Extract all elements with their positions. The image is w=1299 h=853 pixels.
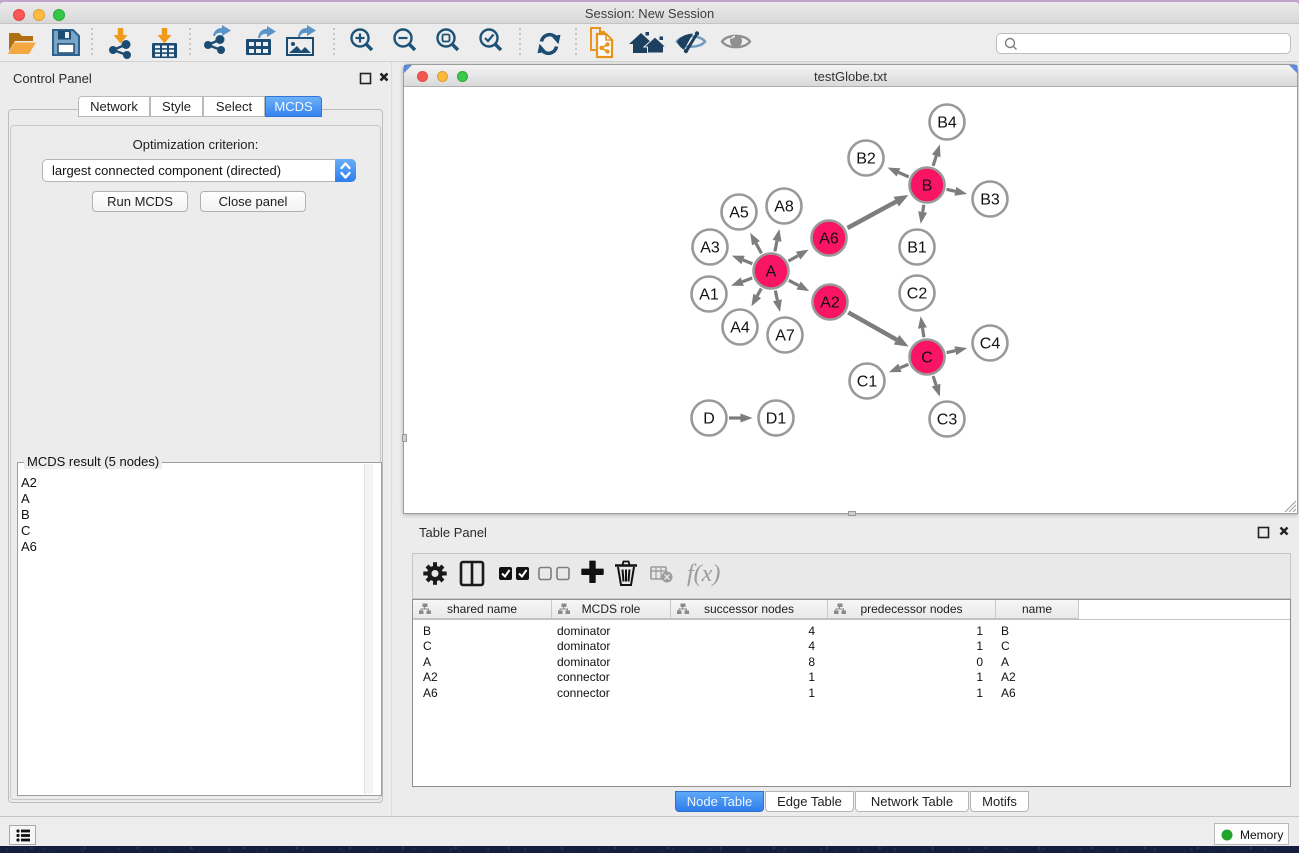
svg-text:B3: B3 [980,192,1000,209]
svg-text:B1: B1 [907,240,927,257]
svg-text:C4: C4 [980,336,1001,353]
svg-text:A3: A3 [700,240,720,257]
svg-text:C2: C2 [907,286,928,303]
svg-text:A: A [766,264,777,281]
svg-text:A7: A7 [775,328,795,345]
svg-text:f(x): f(x) [687,561,720,587]
svg-text:A5: A5 [729,205,749,222]
svg-text:C: C [921,350,933,367]
svg-text:A6: A6 [819,231,839,248]
svg-text:B: B [922,178,933,195]
svg-text:C1: C1 [857,374,878,391]
svg-text:D: D [703,411,715,428]
svg-text:A8: A8 [774,199,794,216]
svg-text:C3: C3 [937,412,958,429]
svg-text:B2: B2 [856,151,876,168]
svg-text:D1: D1 [766,411,787,428]
svg-text:A2: A2 [820,295,840,312]
svg-text:A4: A4 [730,320,750,337]
svg-text:A1: A1 [699,287,719,304]
svg-text:B4: B4 [937,115,957,132]
